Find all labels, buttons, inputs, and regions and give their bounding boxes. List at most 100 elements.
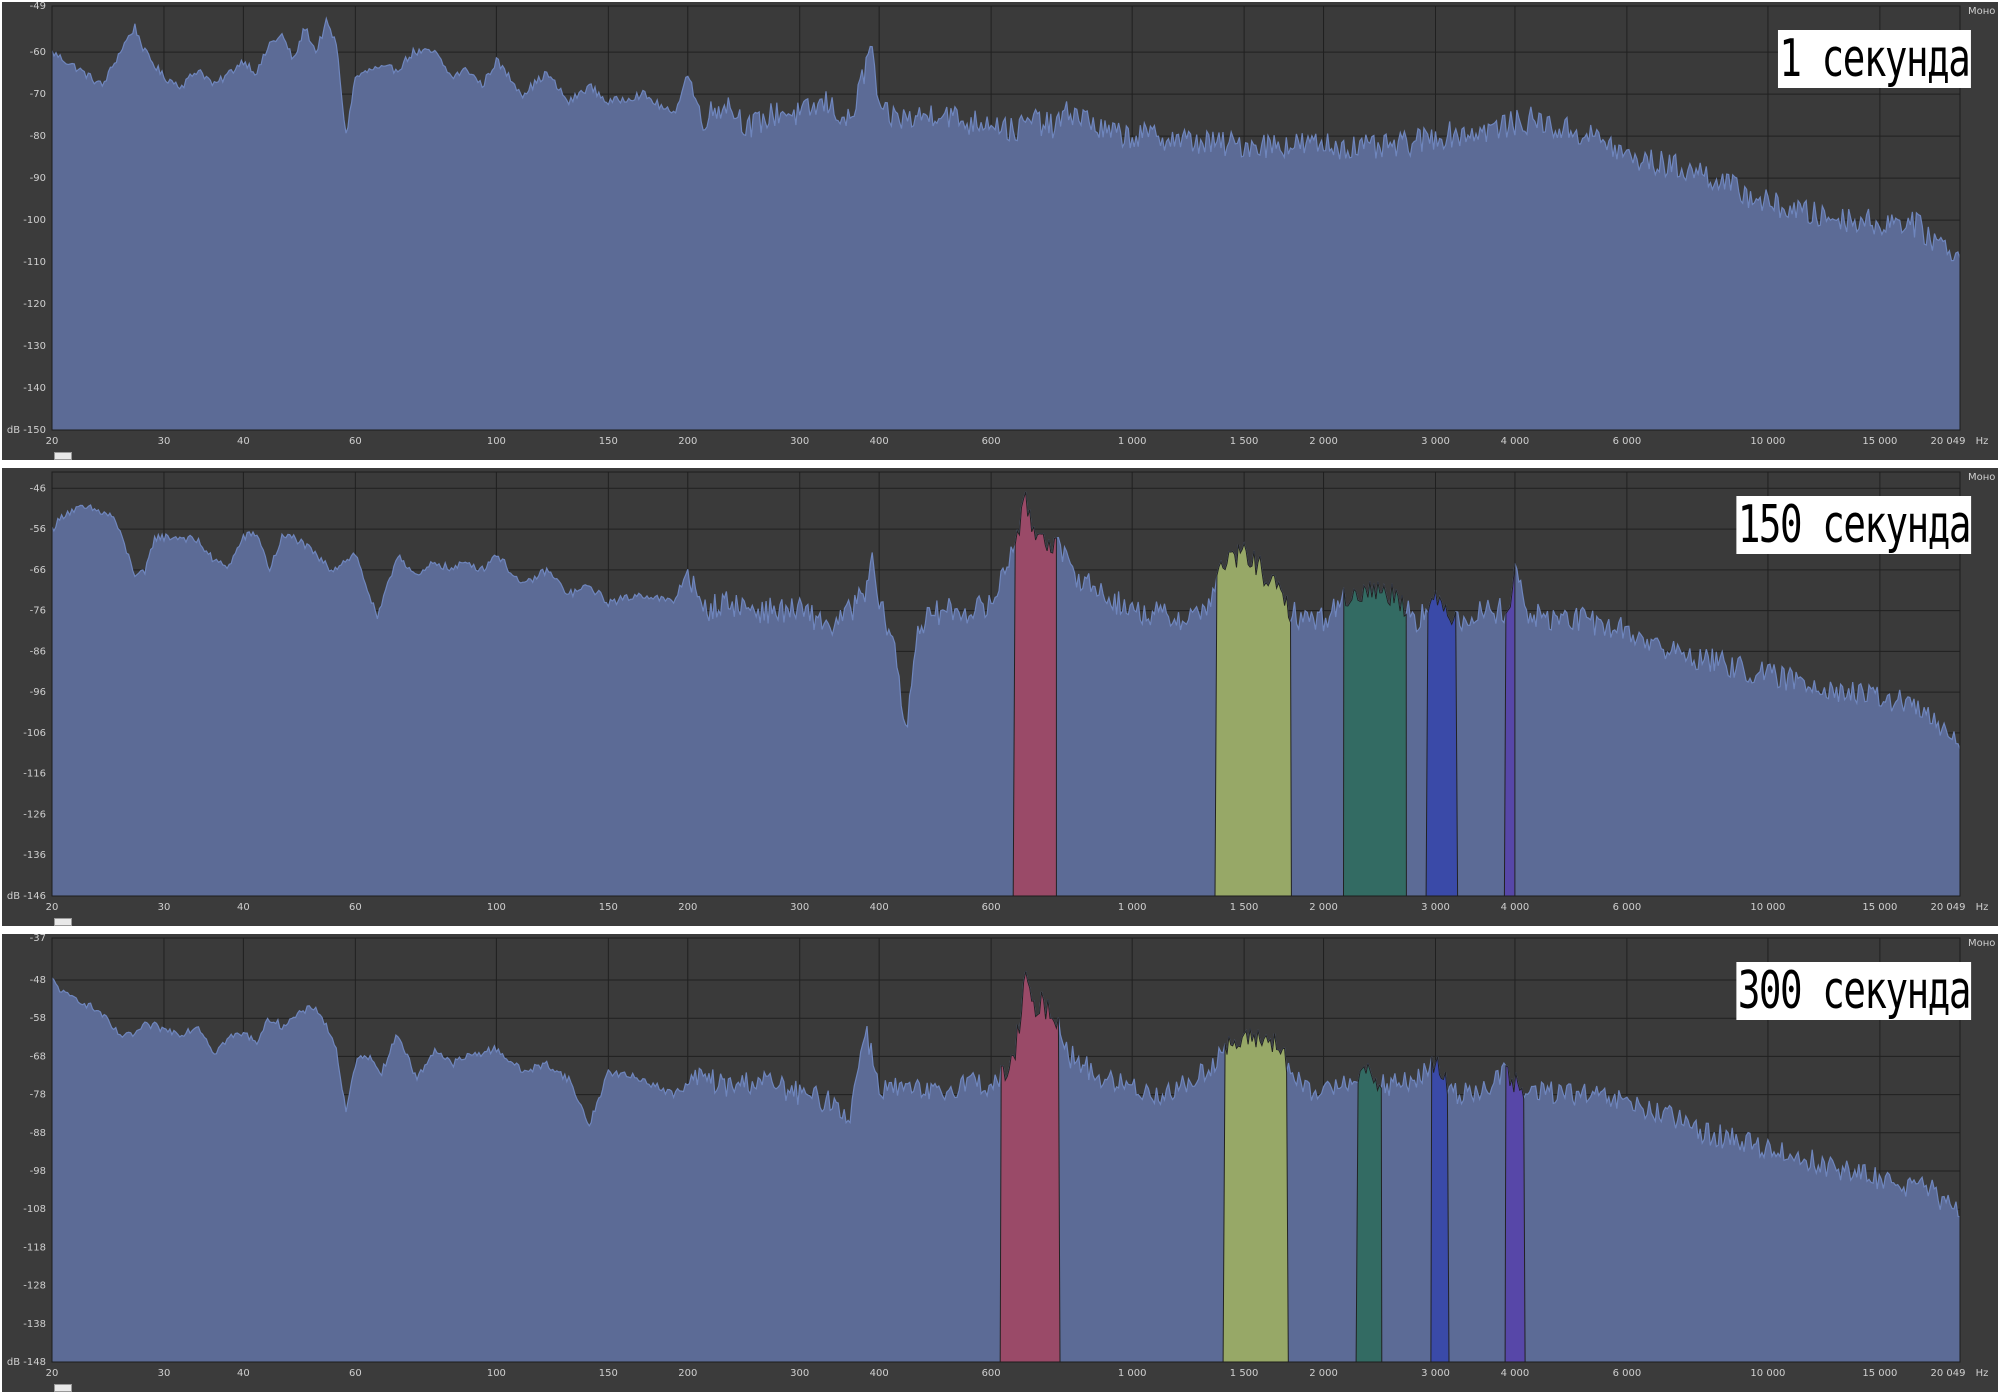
highlighted-band (1504, 1064, 1526, 1363)
x-tick-label: 4 000 (1501, 902, 1530, 913)
x-tick-label: 300 (790, 436, 809, 447)
y-tick-label: -48 (30, 975, 46, 986)
spectrum-chart: -37 -48 -58 -68 -78 -88 -98 -108 -118 -128 -138 dB … (7, 934, 1996, 1379)
x-tick-label: 20 049 (1931, 1368, 1966, 1379)
x-tick-label: 10 000 (1750, 1368, 1785, 1379)
x-tick-label: 3 000 (1421, 902, 1450, 913)
x-tick-label: 30 (158, 436, 171, 447)
y-tick-label: -108 (23, 1204, 46, 1215)
y-tick-label: -66 (30, 565, 46, 576)
x-tick-label: 1 000 (1118, 436, 1147, 447)
x-unit-label: Hz (1976, 902, 1989, 913)
highlighted-band (1425, 590, 1459, 897)
x-tick-label: 200 (678, 1368, 697, 1379)
highlighted-band (1012, 491, 1057, 897)
x-tick-label: 2 000 (1309, 436, 1338, 447)
highlighted-band (1430, 1056, 1450, 1363)
y-tick-label: -110 (23, 257, 46, 268)
x-tick-label: 30 (158, 1368, 171, 1379)
x-tick-label: 40 (237, 436, 250, 447)
x-tick-label: 200 (678, 902, 697, 913)
x-tick-label: 40 (237, 1368, 250, 1379)
y-tick-label: dB -150 (7, 425, 46, 436)
x-tick-label: 300 (790, 1368, 809, 1379)
x-tick-label: 100 (487, 436, 506, 447)
x-tick-label: 400 (870, 436, 889, 447)
x-tick-label: 1 500 (1230, 902, 1259, 913)
channel-label: Моно (1968, 6, 1995, 17)
x-tick-label: 1 500 (1230, 436, 1259, 447)
x-tick-label: 20 (46, 1368, 59, 1379)
x-tick-label: 400 (870, 1368, 889, 1379)
x-tick-label: 6 000 (1613, 902, 1642, 913)
spectrum-chart: -46 -56 -66 -76 -86 -96 -106 -116 -126 -136 dB -14… (7, 471, 1995, 913)
x-tick-label: 1 500 (1230, 1368, 1259, 1379)
y-tick-label: -56 (30, 524, 46, 535)
x-tick-label: 100 (487, 1368, 506, 1379)
x-tick-label: 600 (982, 902, 1001, 913)
scrollbar-thumb[interactable] (54, 452, 72, 460)
scrollbar-thumb[interactable] (54, 918, 72, 926)
y-tick-label: -76 (30, 606, 46, 617)
x-tick-label: 600 (982, 1368, 1001, 1379)
panel-title: 1 секунда (1778, 29, 1971, 89)
x-tick-label: 200 (678, 436, 697, 447)
x-tick-label: 100 (487, 902, 506, 913)
y-tick-label: -90 (30, 173, 46, 184)
x-tick-label: 2 000 (1309, 1368, 1338, 1379)
y-tick-label: -68 (30, 1051, 46, 1062)
highlighted-band (1355, 1063, 1383, 1363)
x-tick-label: 10 000 (1750, 902, 1785, 913)
x-tick-label: 2 000 (1309, 902, 1338, 913)
y-tick-label: -106 (23, 728, 46, 739)
spectrum-panel-150s: -46 -56 -66 -76 -86 -96 -106 -116 -126 -136 dB -14… (2, 468, 1998, 926)
scrollbar-thumb[interactable] (54, 1384, 72, 1392)
x-tick-label: 30 (158, 902, 171, 913)
x-tick-label: 150 (599, 1368, 618, 1379)
y-tick-label: -120 (23, 299, 46, 310)
y-tick-label: -130 (23, 341, 46, 352)
x-tick-label: 600 (982, 436, 1001, 447)
x-unit-label: Hz (1976, 436, 1989, 447)
y-tick-label: dB -148 (7, 1357, 46, 1368)
x-tick-label: 3 000 (1421, 1368, 1450, 1379)
y-tick-label: -136 (23, 850, 46, 861)
y-tick-label: -37 (30, 934, 46, 944)
x-tick-label: 1 000 (1118, 902, 1147, 913)
y-tick-label: -96 (30, 687, 46, 698)
y-tick-label: -140 (23, 383, 46, 394)
x-tick-label: 4 000 (1501, 1368, 1530, 1379)
y-tick-label: -128 (23, 1281, 46, 1292)
x-tick-label: 15 000 (1862, 436, 1897, 447)
y-tick-label: -138 (23, 1319, 46, 1330)
x-tick-label: 20 (46, 902, 59, 913)
x-tick-label: 20 049 (1931, 902, 1966, 913)
x-tick-label: 15 000 (1862, 902, 1897, 913)
x-tick-label: 20 (46, 436, 59, 447)
x-tick-label: 150 (599, 436, 618, 447)
y-tick-label: -116 (23, 769, 46, 780)
x-tick-label: 300 (790, 902, 809, 913)
x-tick-label: 4 000 (1501, 436, 1530, 447)
spectrum-panel-300s: -37 -48 -58 -68 -78 -88 -98 -108 -118 -128 -138 dB … (2, 934, 1998, 1392)
x-tick-label: 3 000 (1421, 436, 1450, 447)
y-tick-label: -98 (30, 1166, 46, 1177)
y-tick-label: -88 (30, 1128, 46, 1139)
channel-label: Моно (1968, 472, 1995, 483)
x-tick-label: 60 (349, 902, 362, 913)
x-tick-label: 400 (870, 902, 889, 913)
y-tick-label: -58 (30, 1013, 46, 1024)
highlighted-band (1222, 1028, 1289, 1363)
x-tick-label: 1 000 (1118, 1368, 1147, 1379)
x-tick-label: 15 000 (1862, 1368, 1897, 1379)
x-tick-label: 60 (349, 436, 362, 447)
y-tick-label: -70 (30, 89, 46, 100)
x-tick-label: 60 (349, 1368, 362, 1379)
x-tick-label: 10 000 (1750, 436, 1785, 447)
y-tick-label: -118 (23, 1242, 46, 1253)
x-tick-label: 150 (599, 902, 618, 913)
y-tick-label: -46 (30, 483, 46, 494)
y-tick-label: -49 (30, 2, 46, 12)
spectrum-chart: -49 -60 -70 -80 -90 -100 -110 -120 -130 -140 dB -1… (7, 2, 1996, 447)
x-tick-label: 40 (237, 902, 250, 913)
